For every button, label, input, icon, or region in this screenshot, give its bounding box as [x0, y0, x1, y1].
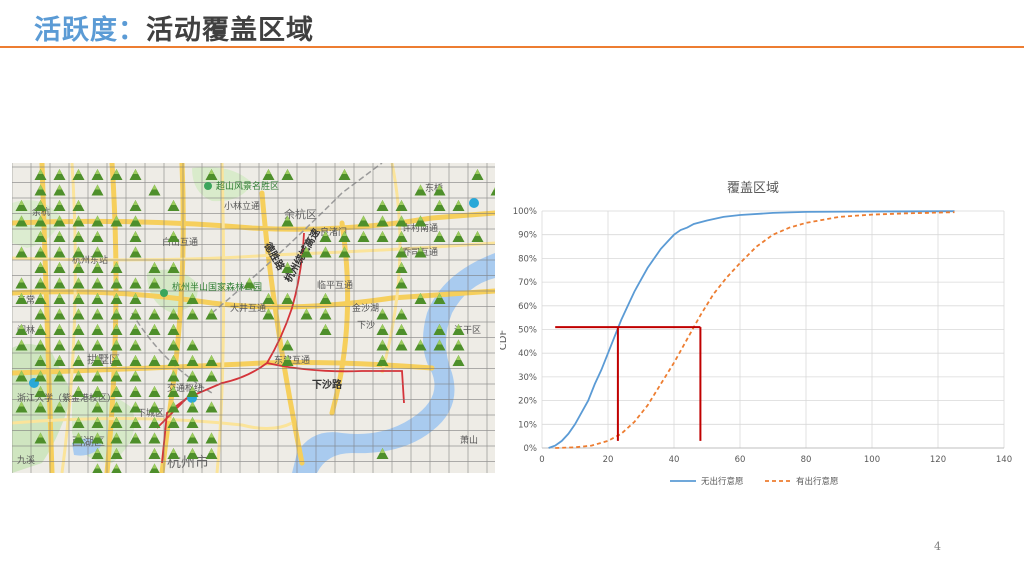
- y-tick-label: 20%: [518, 397, 537, 407]
- map-label-xiaoshan: 萧山: [460, 434, 478, 446]
- y-tick-label: 30%: [518, 373, 537, 383]
- x-tick-label: 0: [539, 455, 544, 465]
- y-tick-label: 90%: [518, 231, 537, 241]
- chart-ylabel: CDF: [500, 330, 509, 351]
- title-divider: [0, 46, 1024, 48]
- coverage-map: 超山风景名胜区 小林立通 余杭区 良渚门 许村南通 东桥 白山互通 乔司互通 临…: [12, 163, 495, 473]
- x-tick-label: 20: [603, 455, 614, 465]
- park-marker-icon: [204, 182, 212, 190]
- y-tick-label: 100%: [513, 207, 537, 217]
- y-tick-label: 70%: [518, 278, 537, 288]
- x-tick-label: 140: [996, 455, 1012, 465]
- map-label-jinsha: 金沙湖: [352, 302, 379, 314]
- x-tick-label: 120: [930, 455, 946, 465]
- title-main: 活动覆盖区域: [146, 15, 314, 46]
- map-label-xiaolin: 小林立通: [224, 200, 260, 212]
- map-label-lanqiao: 临平互通: [317, 279, 353, 291]
- page-number: 4: [934, 540, 941, 553]
- x-tick-label: 80: [801, 455, 812, 465]
- coverage-cdf-chart: 覆盖区域 CDF 0% 10% 20% 30% 40% 50% 60% 70% 80% 90% 10…: [498, 170, 1020, 490]
- legend-label-1: 无出行意愿: [701, 476, 744, 487]
- y-tick-label: 80%: [518, 254, 537, 264]
- legend-label-2: 有出行意愿: [796, 476, 839, 487]
- poi-marker-icon: [469, 198, 479, 208]
- y-tick-label: 50%: [518, 326, 537, 336]
- map-label-dajin: 大井互通: [230, 302, 266, 314]
- park-marker-icon: [160, 289, 168, 297]
- map-label-xiasha: 下沙: [357, 320, 375, 331]
- chart-svg: 覆盖区域 CDF 0% 10% 20% 30% 40% 50% 60% 70% 80% 90% 10…: [498, 181, 1012, 487]
- title-prefix: 活跃度：: [34, 15, 146, 46]
- y-tick-label: 10%: [518, 420, 537, 430]
- y-tick-label: 0%: [524, 444, 538, 454]
- x-tick-label: 100: [864, 455, 880, 465]
- x-tick-label: 60: [735, 455, 746, 465]
- map-label-baishan: 白山互通: [162, 236, 198, 248]
- map-label-road3: 下沙路: [312, 378, 343, 391]
- slide-title: 活跃度：活动覆盖区域: [34, 8, 314, 47]
- series-line-2: [555, 211, 955, 449]
- map-label-park: 超山风景名胜区: [216, 180, 279, 192]
- map-label-jiuxi: 九溪: [17, 454, 35, 466]
- map-svg: 超山风景名胜区 小林立通 余杭区 良渚门 许村南通 东桥 白山互通 乔司互通 临…: [12, 163, 495, 473]
- x-tick-label: 40: [669, 455, 680, 465]
- chart-title: 覆盖区域: [727, 181, 779, 196]
- y-tick-label: 40%: [518, 349, 537, 359]
- y-tick-label: 60%: [518, 302, 537, 312]
